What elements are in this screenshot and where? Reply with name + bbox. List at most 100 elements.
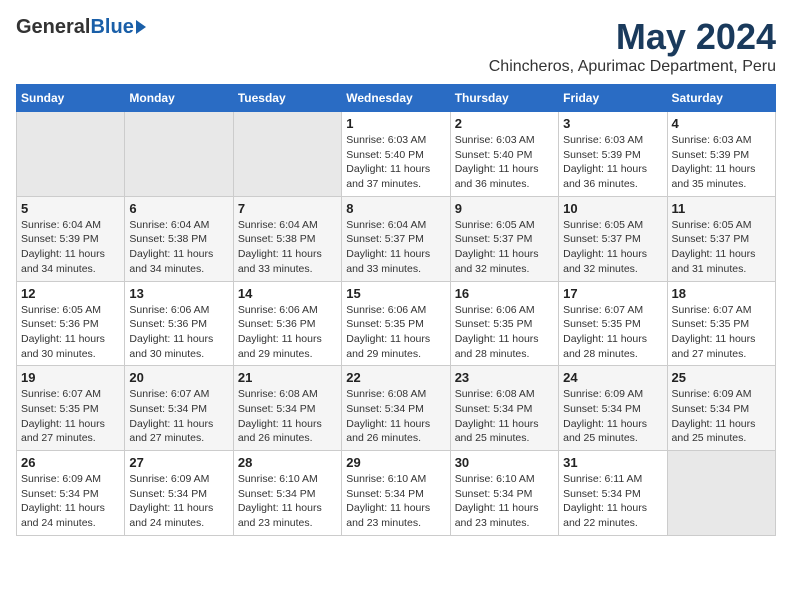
day-info: Sunrise: 6:08 AM Sunset: 5:34 PM Dayligh… [238, 387, 337, 446]
day-number: 13 [129, 286, 228, 301]
day-number: 20 [129, 370, 228, 385]
day-info: Sunrise: 6:07 AM Sunset: 5:35 PM Dayligh… [672, 303, 771, 362]
calendar-cell: 3 Sunrise: 6:03 AM Sunset: 5:39 PM Daylig… [559, 112, 667, 197]
day-number: 14 [238, 286, 337, 301]
day-number: 6 [129, 201, 228, 216]
calendar-day-header: Thursday [450, 85, 558, 112]
day-info: Sunrise: 6:03 AM Sunset: 5:40 PM Dayligh… [455, 133, 554, 192]
day-number: 27 [129, 455, 228, 470]
calendar-cell: 9 Sunrise: 6:05 AM Sunset: 5:37 PM Daylig… [450, 196, 558, 281]
calendar-cell: 10 Sunrise: 6:05 AM Sunset: 5:37 PM Dayli… [559, 196, 667, 281]
calendar-cell: 1 Sunrise: 6:03 AM Sunset: 5:40 PM Daylig… [342, 112, 450, 197]
calendar-cell: 15 Sunrise: 6:06 AM Sunset: 5:35 PM Dayli… [342, 281, 450, 366]
day-info: Sunrise: 6:09 AM Sunset: 5:34 PM Dayligh… [129, 472, 228, 531]
day-number: 16 [455, 286, 554, 301]
calendar-cell [233, 112, 341, 197]
day-number: 22 [346, 370, 445, 385]
day-number: 15 [346, 286, 445, 301]
page-header: General Blue May 2024 Chincheros, Apurim… [16, 16, 776, 76]
calendar-day-header: Friday [559, 85, 667, 112]
calendar-cell [667, 451, 775, 536]
logo-arrow-icon [136, 20, 146, 34]
calendar-cell: 28 Sunrise: 6:10 AM Sunset: 5:34 PM Dayli… [233, 451, 341, 536]
day-info: Sunrise: 6:05 AM Sunset: 5:37 PM Dayligh… [672, 218, 771, 277]
day-info: Sunrise: 6:06 AM Sunset: 5:36 PM Dayligh… [129, 303, 228, 362]
day-info: Sunrise: 6:08 AM Sunset: 5:34 PM Dayligh… [455, 387, 554, 446]
calendar-cell: 8 Sunrise: 6:04 AM Sunset: 5:37 PM Daylig… [342, 196, 450, 281]
calendar-cell: 26 Sunrise: 6:09 AM Sunset: 5:34 PM Dayli… [17, 451, 125, 536]
day-info: Sunrise: 6:05 AM Sunset: 5:36 PM Dayligh… [21, 303, 120, 362]
day-info: Sunrise: 6:09 AM Sunset: 5:34 PM Dayligh… [672, 387, 771, 446]
logo-general-text: General [16, 16, 90, 39]
calendar-day-header: Sunday [17, 85, 125, 112]
calendar-week-row: 26 Sunrise: 6:09 AM Sunset: 5:34 PM Dayli… [17, 451, 776, 536]
day-info: Sunrise: 6:04 AM Sunset: 5:37 PM Dayligh… [346, 218, 445, 277]
calendar-cell: 21Sunrise: 6:08 AM Sunset: 5:34 PM Dayli… [233, 366, 341, 451]
day-info: Sunrise: 6:07 AM Sunset: 5:35 PM Dayligh… [563, 303, 662, 362]
day-info: Sunrise: 6:04 AM Sunset: 5:39 PM Dayligh… [21, 218, 120, 277]
day-number: 28 [238, 455, 337, 470]
calendar-cell [125, 112, 233, 197]
calendar-week-row: 12Sunrise: 6:05 AM Sunset: 5:36 PM Dayli… [17, 281, 776, 366]
day-info: Sunrise: 6:10 AM Sunset: 5:34 PM Dayligh… [238, 472, 337, 531]
day-number: 1 [346, 116, 445, 131]
day-info: Sunrise: 6:05 AM Sunset: 5:37 PM Dayligh… [455, 218, 554, 277]
day-number: 25 [672, 370, 771, 385]
calendar-cell: 18 Sunrise: 6:07 AM Sunset: 5:35 PM Dayli… [667, 281, 775, 366]
day-number: 9 [455, 201, 554, 216]
day-number: 5 [21, 201, 120, 216]
day-number: 10 [563, 201, 662, 216]
calendar-cell: 24Sunrise: 6:09 AM Sunset: 5:34 PM Dayli… [559, 366, 667, 451]
day-info: Sunrise: 6:09 AM Sunset: 5:34 PM Dayligh… [21, 472, 120, 531]
calendar-table: SundayMondayTuesdayWednesdayThursdayFrid… [16, 84, 776, 536]
calendar-day-header: Wednesday [342, 85, 450, 112]
day-number: 24 [563, 370, 662, 385]
calendar-day-header: Tuesday [233, 85, 341, 112]
calendar-week-row: 1 Sunrise: 6:03 AM Sunset: 5:40 PM Daylig… [17, 112, 776, 197]
day-info: Sunrise: 6:03 AM Sunset: 5:39 PM Dayligh… [563, 133, 662, 192]
title-block: May 2024 Chincheros, Apurimac Department… [489, 16, 776, 76]
calendar-cell: 19Sunrise: 6:07 AM Sunset: 5:35 PM Dayli… [17, 366, 125, 451]
subtitle: Chincheros, Apurimac Department, Peru [489, 58, 776, 76]
day-info: Sunrise: 6:05 AM Sunset: 5:37 PM Dayligh… [563, 218, 662, 277]
day-info: Sunrise: 6:10 AM Sunset: 5:34 PM Dayligh… [455, 472, 554, 531]
calendar-cell: 23 Sunrise: 6:08 AM Sunset: 5:34 PM Dayli… [450, 366, 558, 451]
calendar-cell: 27 Sunrise: 6:09 AM Sunset: 5:34 PM Dayli… [125, 451, 233, 536]
day-number: 8 [346, 201, 445, 216]
day-number: 3 [563, 116, 662, 131]
day-info: Sunrise: 6:11 AM Sunset: 5:34 PM Dayligh… [563, 472, 662, 531]
day-info: Sunrise: 6:03 AM Sunset: 5:39 PM Dayligh… [672, 133, 771, 192]
day-info: Sunrise: 6:06 AM Sunset: 5:35 PM Dayligh… [346, 303, 445, 362]
main-title: May 2024 [489, 16, 776, 58]
day-info: Sunrise: 6:04 AM Sunset: 5:38 PM Dayligh… [129, 218, 228, 277]
calendar-cell: 31Sunrise: 6:11 AM Sunset: 5:34 PM Dayli… [559, 451, 667, 536]
day-number: 11 [672, 201, 771, 216]
day-number: 2 [455, 116, 554, 131]
calendar-cell: 25 Sunrise: 6:09 AM Sunset: 5:34 PM Dayli… [667, 366, 775, 451]
day-info: Sunrise: 6:06 AM Sunset: 5:36 PM Dayligh… [238, 303, 337, 362]
day-number: 23 [455, 370, 554, 385]
day-number: 18 [672, 286, 771, 301]
day-info: Sunrise: 6:03 AM Sunset: 5:40 PM Dayligh… [346, 133, 445, 192]
calendar-cell: 12Sunrise: 6:05 AM Sunset: 5:36 PM Dayli… [17, 281, 125, 366]
calendar-cell: 29 Sunrise: 6:10 AM Sunset: 5:34 PM Dayli… [342, 451, 450, 536]
calendar-cell: 14 Sunrise: 6:06 AM Sunset: 5:36 PM Dayli… [233, 281, 341, 366]
day-number: 30 [455, 455, 554, 470]
calendar-week-row: 19Sunrise: 6:07 AM Sunset: 5:35 PM Dayli… [17, 366, 776, 451]
day-info: Sunrise: 6:06 AM Sunset: 5:35 PM Dayligh… [455, 303, 554, 362]
day-info: Sunrise: 6:10 AM Sunset: 5:34 PM Dayligh… [346, 472, 445, 531]
calendar-cell: 11 Sunrise: 6:05 AM Sunset: 5:37 PM Dayli… [667, 196, 775, 281]
day-info: Sunrise: 6:07 AM Sunset: 5:35 PM Dayligh… [21, 387, 120, 446]
day-number: 4 [672, 116, 771, 131]
day-number: 7 [238, 201, 337, 216]
calendar-cell: 7Sunrise: 6:04 AM Sunset: 5:38 PM Daylig… [233, 196, 341, 281]
calendar-cell: 4 Sunrise: 6:03 AM Sunset: 5:39 PM Daylig… [667, 112, 775, 197]
calendar-day-header: Monday [125, 85, 233, 112]
day-number: 29 [346, 455, 445, 470]
calendar-cell: 20 Sunrise: 6:07 AM Sunset: 5:34 PM Dayli… [125, 366, 233, 451]
calendar-day-header: Saturday [667, 85, 775, 112]
day-info: Sunrise: 6:07 AM Sunset: 5:34 PM Dayligh… [129, 387, 228, 446]
calendar-cell: 30 Sunrise: 6:10 AM Sunset: 5:34 PM Dayli… [450, 451, 558, 536]
day-number: 26 [21, 455, 120, 470]
calendar-cell [17, 112, 125, 197]
